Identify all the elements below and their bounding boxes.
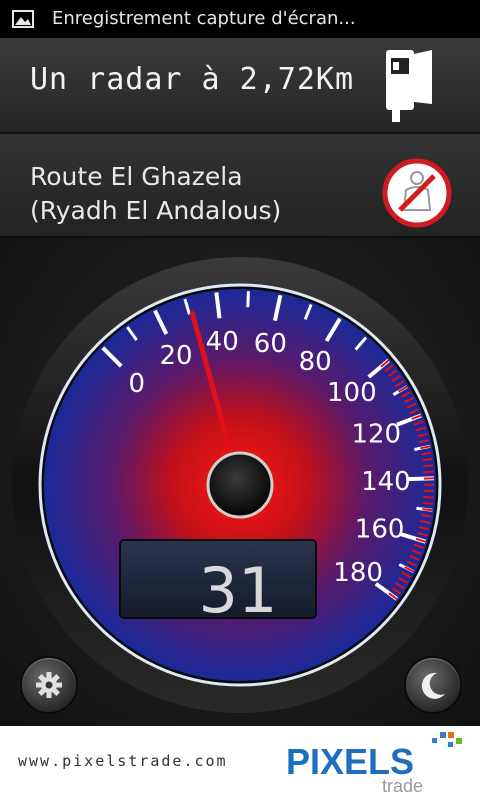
gauge-label: 140 (361, 467, 411, 497)
gauge-label: 60 (254, 329, 287, 359)
gauge-label: 40 (206, 327, 239, 357)
gauge-label: 120 (351, 420, 401, 450)
seatbelt-warning-icon (382, 158, 452, 228)
radar-distance-text: Un radar à 2,72Km (30, 62, 355, 97)
footer-url: www.pixelstrade.com (18, 752, 228, 770)
gauge-tick (246, 291, 250, 308)
gauge-label: 80 (299, 347, 332, 377)
status-bar: Enregistrement capture d'écran... (0, 0, 480, 38)
redline-tick (423, 495, 434, 499)
logo-subtext: trade (382, 776, 423, 796)
route-name: Route El Ghazela (30, 162, 243, 191)
settings-button[interactable] (22, 658, 76, 712)
redline-tick (422, 508, 433, 512)
notification-text: Enregistrement capture d'écran... (52, 8, 356, 29)
dashboard: 0 20 40 60 80 100 120 140 160 180 31 (0, 238, 480, 726)
redline-tick (423, 501, 434, 505)
gauge-label: 160 (355, 515, 405, 545)
redline-tick (422, 464, 434, 468)
speed-camera-icon (386, 50, 432, 122)
footer-banner[interactable]: www.pixelstrade.com PIXELS trade (0, 726, 480, 800)
redline-tick (423, 470, 434, 474)
radar-alert-bar: Un radar à 2,72Km (0, 38, 480, 134)
gauge-label: 20 (159, 341, 192, 371)
gauge-label: 0 (128, 369, 145, 399)
image-icon (12, 10, 34, 28)
route-area: (Ryadh El Andalous) (30, 196, 282, 225)
gauge-label: 180 (333, 558, 383, 588)
gauge-label: 100 (327, 378, 377, 408)
gauge-hub (206, 451, 274, 519)
digital-speed: 31 (199, 554, 278, 627)
moon-icon (421, 672, 445, 699)
speedometer: 0 20 40 60 80100 120 140 160 180 31 (12, 257, 468, 713)
night-mode-button[interactable] (406, 658, 460, 712)
pixelstrade-logo: PIXELS trade (286, 732, 462, 796)
gear-icon (36, 672, 62, 698)
redline-tick (422, 458, 433, 462)
